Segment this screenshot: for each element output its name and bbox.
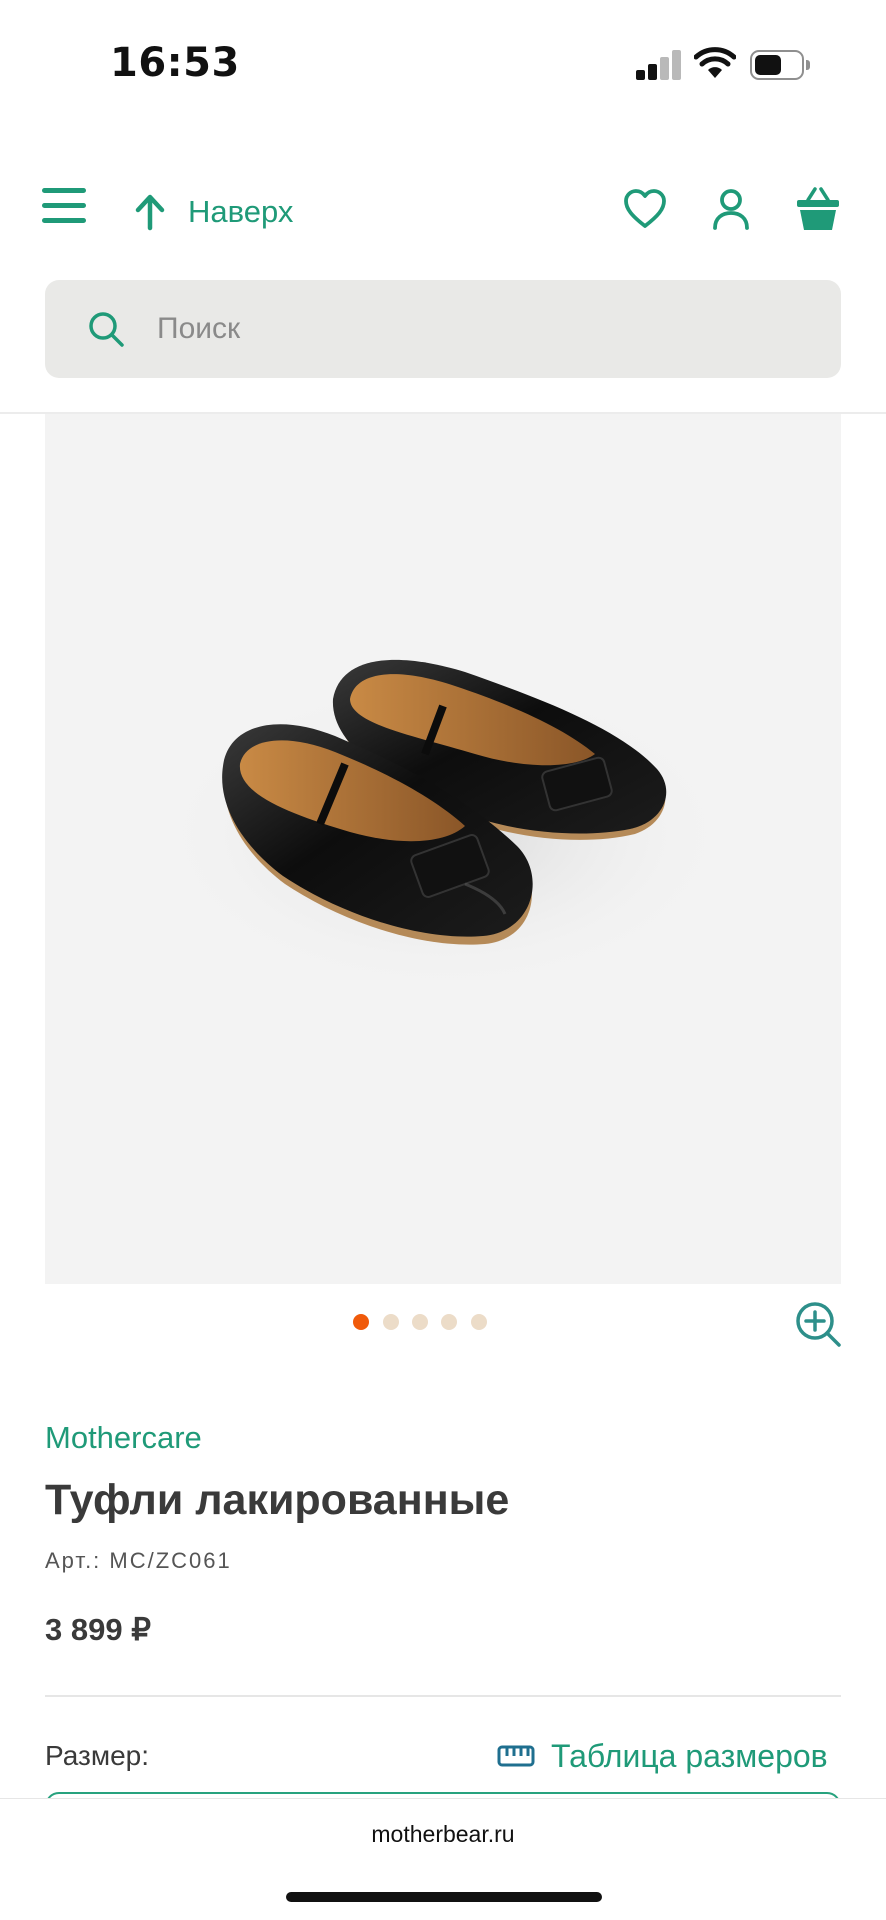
pagination-dot-active[interactable] [353,1314,369,1330]
status-time: 16:53 [110,40,240,86]
site-header: Наверх [0,130,886,414]
basket-icon[interactable] [795,186,841,232]
size-label: Размер: [45,1740,150,1771]
home-indicator [286,1892,602,1902]
menu-icon[interactable] [42,188,86,224]
search-input[interactable] [157,300,797,358]
scroll-to-top-button[interactable]: Наверх [130,190,293,234]
cellular-signal-icon [636,48,682,80]
product-article: Арт.: MC/ZC061 [45,1548,232,1573]
product-title: Туфли лакированные [45,1476,510,1524]
pagination-dot[interactable] [412,1314,428,1330]
scroll-to-top-label: Наверх [188,194,294,229]
url-text: motherbear.ru [371,1821,515,1847]
search-bar[interactable] [45,280,841,378]
divider [45,1695,841,1697]
pagination-dot[interactable] [471,1314,487,1330]
size-table-label: Таблица размеров [551,1737,828,1774]
zoom-in-icon[interactable] [794,1300,842,1348]
gallery-pagination [0,1314,886,1334]
pagination-dot[interactable] [383,1314,399,1330]
size-table-link[interactable]: Таблица размеров [497,1734,828,1778]
user-icon[interactable] [708,186,754,232]
product-price: 3 899 ₽ [45,1612,151,1647]
pagination-dot[interactable] [441,1314,457,1330]
arrow-up-icon [135,194,165,231]
status-bar: 16:53 [0,0,886,130]
heart-icon[interactable] [622,186,668,232]
battery-icon [750,50,810,80]
search-icon [89,312,124,347]
product-brand[interactable]: Mothercare [45,1420,202,1456]
ruler-icon [497,1745,535,1767]
product-image[interactable] [45,414,841,1284]
product-photo [155,659,735,994]
wifi-icon [693,46,737,80]
